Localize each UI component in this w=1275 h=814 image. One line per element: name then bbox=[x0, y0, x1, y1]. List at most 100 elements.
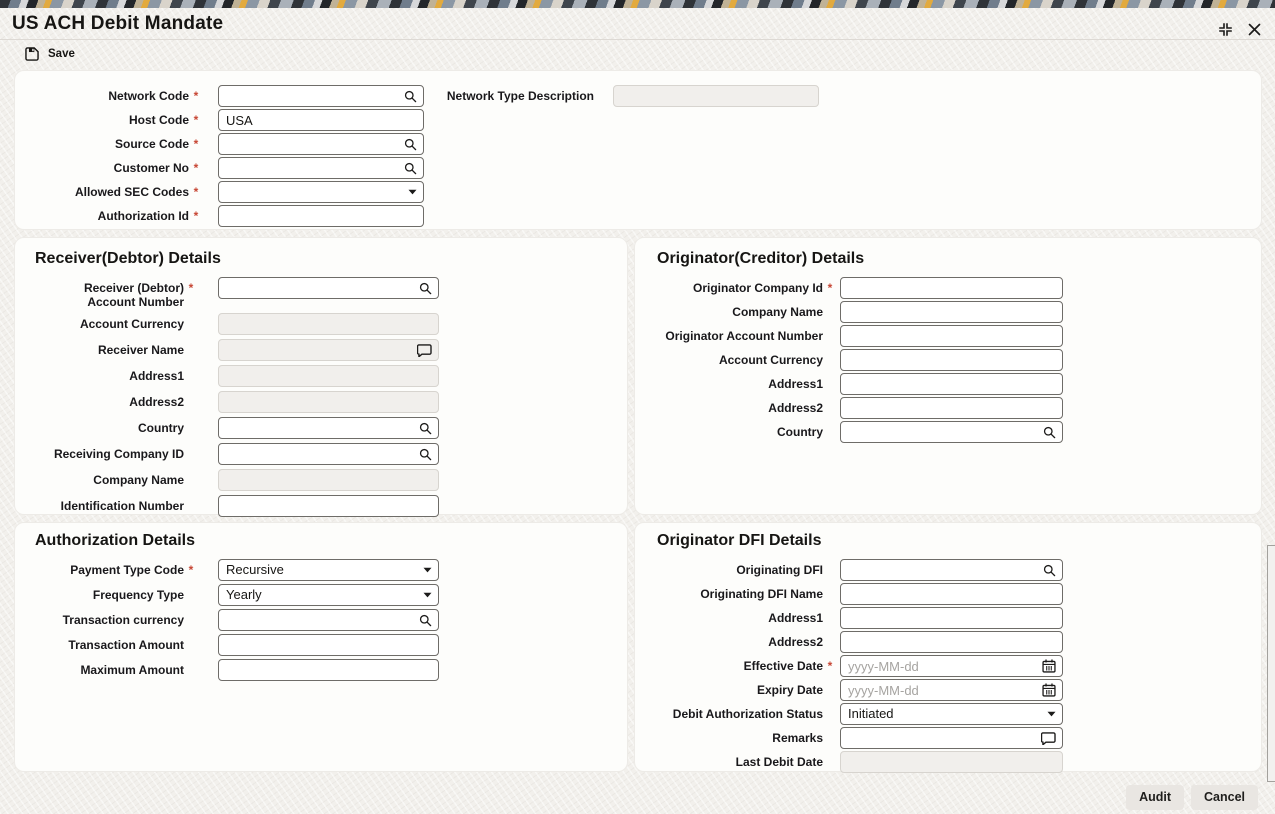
receiving-company-id-field[interactable] bbox=[218, 443, 439, 465]
receiver-account-number-input[interactable] bbox=[219, 278, 419, 298]
vertical-scrollbar-thumb[interactable] bbox=[1267, 545, 1275, 782]
originating-dfi-field[interactable] bbox=[840, 559, 1063, 581]
calendar-icon[interactable] bbox=[1042, 659, 1056, 673]
search-icon[interactable] bbox=[1043, 564, 1056, 577]
expiry-date-field[interactable] bbox=[840, 679, 1063, 701]
receiver-name-input bbox=[219, 340, 417, 360]
customer-no-input[interactable] bbox=[219, 158, 404, 178]
transaction-currency-input[interactable] bbox=[219, 610, 419, 630]
maximum-amount-input[interactable] bbox=[219, 660, 438, 680]
network-code-input[interactable] bbox=[219, 86, 404, 106]
search-icon[interactable] bbox=[404, 90, 417, 103]
originator-account-number-input[interactable] bbox=[841, 326, 1062, 346]
caret-down-icon[interactable] bbox=[423, 592, 432, 598]
search-icon[interactable] bbox=[404, 138, 417, 151]
maximum-amount-field[interactable] bbox=[218, 659, 439, 681]
originator-account-number-field[interactable] bbox=[840, 325, 1063, 347]
caret-down-icon[interactable] bbox=[408, 189, 417, 195]
source-code-field[interactable] bbox=[218, 133, 424, 155]
close-icon[interactable] bbox=[1248, 23, 1261, 36]
dfi-address1-input[interactable] bbox=[841, 608, 1062, 628]
comment-icon[interactable] bbox=[417, 343, 432, 357]
remarks-field[interactable] bbox=[840, 727, 1063, 749]
field-row: Company Name bbox=[657, 301, 1261, 323]
remarks-input[interactable] bbox=[841, 728, 1041, 748]
dfi-address2-field[interactable] bbox=[840, 631, 1063, 653]
frequency-type-select[interactable]: Yearly bbox=[218, 584, 439, 606]
originator-account-currency-field[interactable] bbox=[840, 349, 1063, 371]
payment-type-code-select[interactable]: Recursive bbox=[218, 559, 439, 581]
section-title: Authorization Details bbox=[35, 532, 196, 549]
originator-address1-input[interactable] bbox=[841, 374, 1062, 394]
expiry-date-input[interactable] bbox=[841, 680, 1042, 700]
network-type-description-input bbox=[614, 86, 818, 106]
maximum-amount-label: Maximum Amount bbox=[80, 663, 184, 677]
originator-dfi-details-panel: Originator DFI Details Originating DFI O… bbox=[634, 522, 1262, 773]
field-row: Transaction Amount bbox=[35, 634, 627, 656]
calendar-icon[interactable] bbox=[1042, 683, 1056, 697]
transaction-amount-input[interactable] bbox=[219, 635, 438, 655]
caret-down-icon[interactable] bbox=[1047, 711, 1056, 717]
originator-creditor-details-panel: Originator(Creditor) Details Originator … bbox=[634, 237, 1262, 515]
receiver-account-currency-field bbox=[218, 313, 439, 335]
originator-company-id-field[interactable] bbox=[840, 277, 1063, 299]
transaction-currency-field[interactable] bbox=[218, 609, 439, 631]
allowed-sec-codes-select[interactable] bbox=[218, 181, 424, 203]
search-icon[interactable] bbox=[1043, 426, 1056, 439]
cancel-button[interactable]: Cancel bbox=[1191, 785, 1258, 810]
originator-country-label: Country bbox=[777, 425, 823, 439]
field-row: Originator Account Number bbox=[657, 325, 1261, 347]
originator-country-input[interactable] bbox=[841, 422, 1043, 442]
save-button[interactable]: Save bbox=[24, 46, 75, 62]
receiver-country-input[interactable] bbox=[219, 418, 419, 438]
identification-number-input[interactable] bbox=[219, 496, 438, 516]
caret-down-icon[interactable] bbox=[423, 567, 432, 573]
originator-company-name-field[interactable] bbox=[840, 301, 1063, 323]
receiver-address2-field bbox=[218, 391, 439, 413]
customer-no-field[interactable] bbox=[218, 157, 424, 179]
receiver-country-field[interactable] bbox=[218, 417, 439, 439]
authorization-id-field[interactable] bbox=[218, 205, 424, 227]
section-title: Originator DFI Details bbox=[657, 532, 822, 549]
network-code-field[interactable] bbox=[218, 85, 424, 107]
search-icon[interactable] bbox=[404, 162, 417, 175]
originating-dfi-name-input[interactable] bbox=[841, 584, 1062, 604]
originator-address2-input[interactable] bbox=[841, 398, 1062, 418]
originator-address1-field[interactable] bbox=[840, 373, 1063, 395]
originating-dfi-name-field[interactable] bbox=[840, 583, 1063, 605]
field-row: Originating DFI Name bbox=[657, 583, 1261, 605]
search-icon[interactable] bbox=[419, 422, 432, 435]
search-icon[interactable] bbox=[419, 282, 432, 295]
receiving-company-id-input[interactable] bbox=[219, 444, 419, 464]
field-row: Network Type Description bbox=[436, 85, 819, 107]
effective-date-field[interactable] bbox=[840, 655, 1063, 677]
dfi-address1-field[interactable] bbox=[840, 607, 1063, 629]
host-code-field[interactable] bbox=[218, 109, 424, 131]
required-marker: * bbox=[827, 659, 833, 673]
source-code-input[interactable] bbox=[219, 134, 404, 154]
identification-number-field[interactable] bbox=[218, 495, 439, 517]
audit-button[interactable]: Audit bbox=[1126, 785, 1184, 810]
originator-address2-field[interactable] bbox=[840, 397, 1063, 419]
originator-country-field[interactable] bbox=[840, 421, 1063, 443]
debit-authorization-status-select[interactable]: Initiated bbox=[840, 703, 1063, 725]
search-icon[interactable] bbox=[419, 614, 432, 627]
dfi-address2-input[interactable] bbox=[841, 632, 1062, 652]
originator-account-currency-input[interactable] bbox=[841, 350, 1062, 370]
receiver-account-number-label: Receiver (Debtor) Account Number bbox=[83, 281, 184, 309]
originator-company-id-input[interactable] bbox=[841, 278, 1062, 298]
search-icon[interactable] bbox=[419, 448, 432, 461]
field-row: Address2 bbox=[657, 631, 1261, 653]
receiver-account-number-field[interactable] bbox=[218, 277, 439, 299]
comment-icon[interactable] bbox=[1041, 731, 1056, 745]
originating-dfi-input[interactable] bbox=[841, 560, 1043, 580]
authorization-id-input[interactable] bbox=[219, 206, 423, 226]
resize-icon[interactable] bbox=[1218, 22, 1233, 37]
originator-company-name-input[interactable] bbox=[841, 302, 1062, 322]
effective-date-input[interactable] bbox=[841, 656, 1042, 676]
field-row: Debit Authorization Status Initiated bbox=[657, 703, 1261, 725]
field-row: Account Currency bbox=[35, 313, 627, 335]
field-row: Identification Number bbox=[35, 495, 627, 517]
host-code-input[interactable] bbox=[219, 110, 423, 130]
transaction-amount-field[interactable] bbox=[218, 634, 439, 656]
